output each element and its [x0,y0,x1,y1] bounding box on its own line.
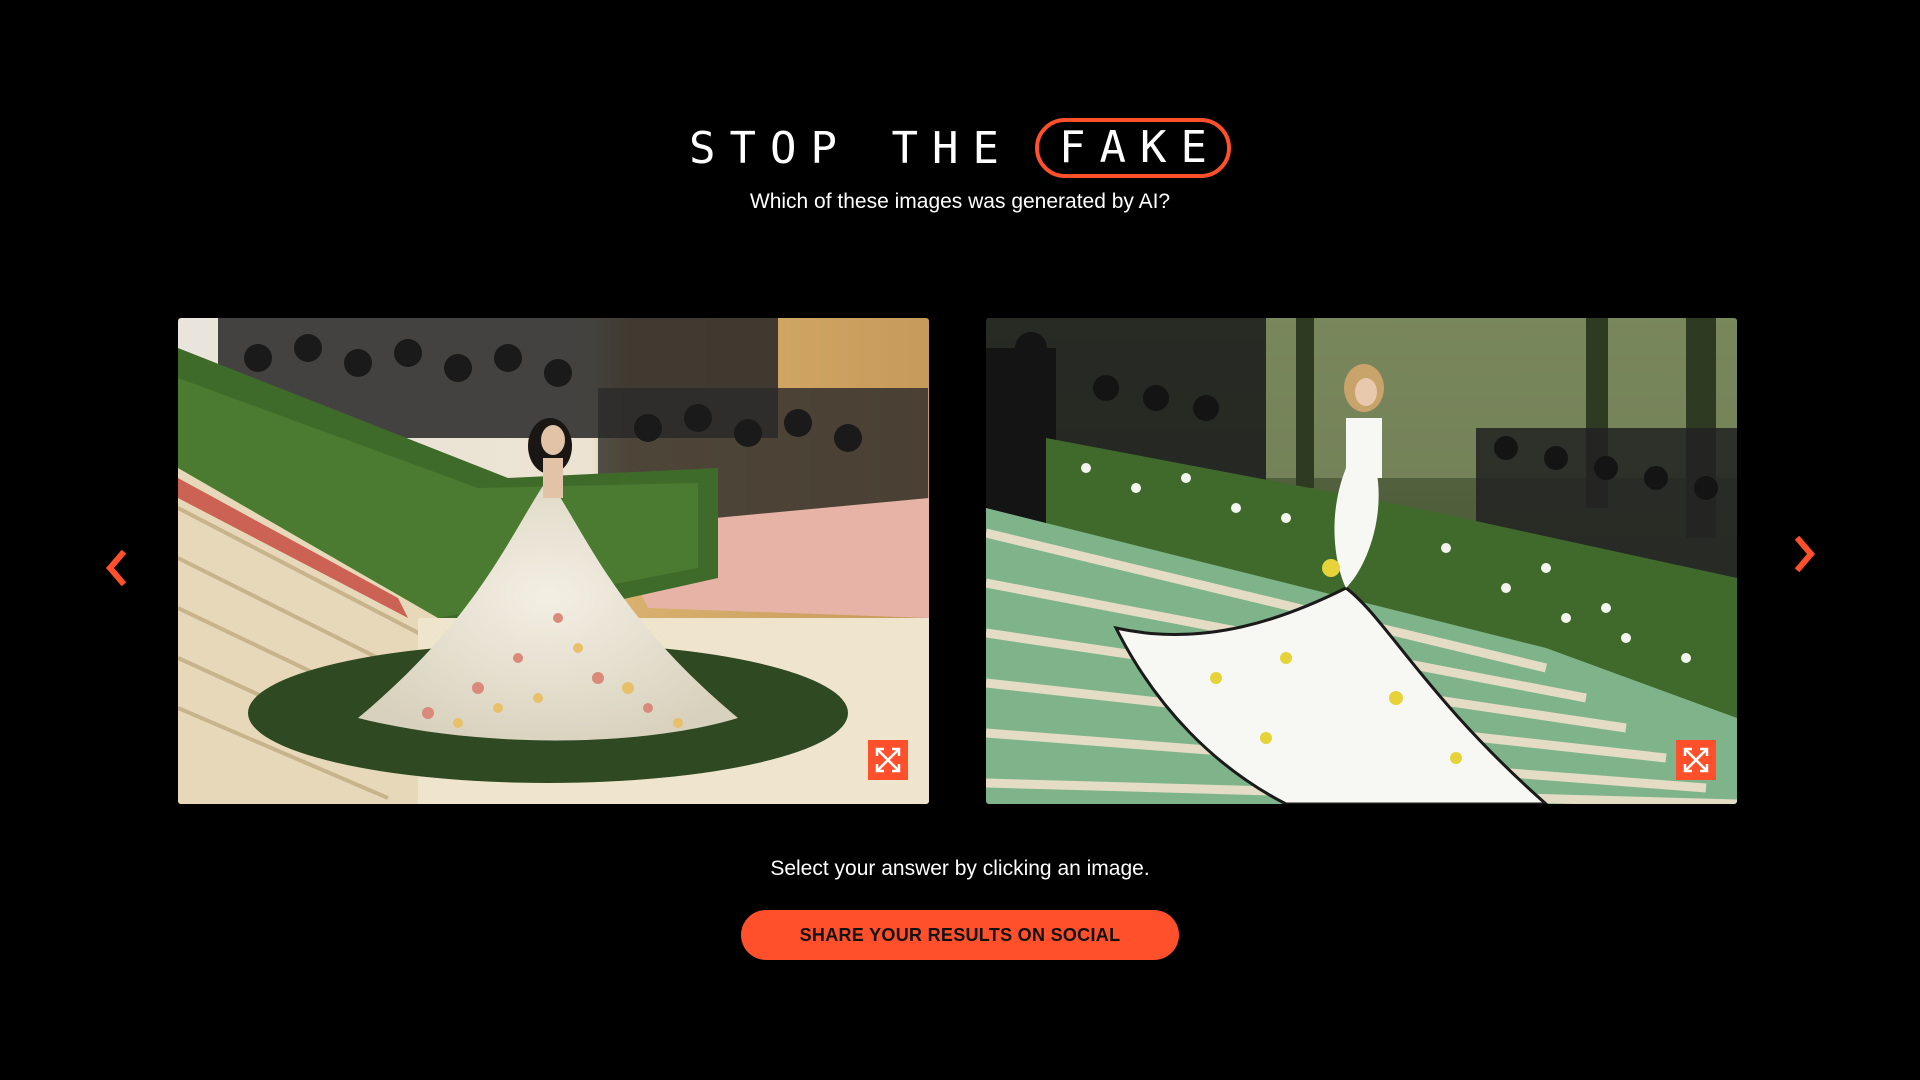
next-arrow-button[interactable] [1785,524,1825,584]
gala-photo-floral-gown [178,318,929,804]
question-subtitle: Which of these images was generated by A… [749,190,1171,213]
expand-arrows-icon [875,747,901,773]
chevron-left-icon [106,550,127,586]
chevron-right-icon [1794,536,1815,572]
gala-photo-white-gown [986,318,1737,804]
game-page: STOP THE FAKE Which of these images was … [0,0,1920,1080]
instruction-text: Select your answer by clicking an image. [770,857,1150,880]
share-results-button[interactable]: SHARE YOUR RESULTS ON SOCIAL [741,910,1179,960]
expand-arrows-icon [1683,747,1709,773]
expand-button-1[interactable] [868,740,908,780]
expand-button-2[interactable] [1676,740,1716,780]
image-option-2[interactable] [986,318,1737,804]
logo-text-stop-the: STOP THE [689,122,1013,174]
logo: STOP THE FAKE [0,118,1920,179]
image-option-1[interactable] [178,318,929,804]
logo-text-fake: FAKE [1034,118,1231,179]
previous-arrow-button[interactable] [96,538,136,598]
